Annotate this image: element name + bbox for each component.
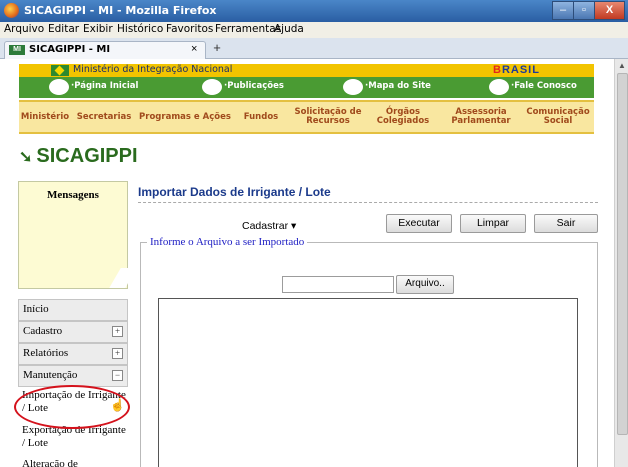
- favicon-icon: MI: [9, 45, 25, 55]
- import-result-area[interactable]: [158, 298, 578, 467]
- fieldset-legend: Informe o Arquivo a ser Importado: [147, 236, 308, 248]
- topmenu-assessoria[interactable]: Assessoria Parlamentar: [445, 102, 517, 132]
- expand-icon[interactable]: +: [112, 326, 123, 337]
- menu-bar: Arquivo Editar Exibir Histórico Favorito…: [0, 22, 628, 38]
- contact-icon[interactable]: [489, 79, 509, 95]
- tab-label: SICAGIPPI - MI: [29, 44, 111, 55]
- topmenu-ministerio[interactable]: Ministério: [19, 102, 71, 132]
- expand-icon[interactable]: +: [112, 348, 123, 359]
- messages-title: Mensagens: [47, 189, 99, 201]
- scrollbar-thumb[interactable]: [617, 73, 628, 435]
- logo-arrow-icon: ➘: [19, 149, 33, 166]
- sicagippi-logo: ➘ SICAGIPPI: [19, 145, 138, 167]
- topmenu-secretarias[interactable]: Secretarias: [73, 102, 135, 132]
- nav-pagina-inicial[interactable]: ·Página Inicial: [71, 81, 138, 91]
- scroll-up-icon[interactable]: ▲: [618, 61, 626, 70]
- sidebar-item-cadastro[interactable]: Cadastro +: [18, 321, 128, 343]
- publications-icon[interactable]: [202, 79, 222, 95]
- ministry-bar: Ministério da Integração Nacional BRASIL: [19, 64, 594, 77]
- chevron-down-icon: ▾: [291, 220, 297, 232]
- firefox-icon: [4, 3, 19, 18]
- home-icon[interactable]: [49, 79, 69, 95]
- window-titlebar: SICAGIPPI - MI - Mozilla Firefox – ▫ X: [0, 0, 628, 22]
- gov-header: Ministério da Integração Nacional BRASIL…: [19, 64, 594, 98]
- hand-cursor-icon: ☝: [110, 398, 125, 412]
- sair-button[interactable]: Sair: [534, 214, 598, 233]
- menu-exibir[interactable]: Exibir: [83, 23, 113, 35]
- limpar-button[interactable]: Limpar: [460, 214, 526, 233]
- file-path-input[interactable]: [282, 276, 394, 293]
- new-tab-button[interactable]: +: [210, 41, 224, 56]
- tab-bar: MI SICAGIPPI - MI ×: [0, 38, 628, 59]
- nav-publicacoes[interactable]: ·Publicações: [224, 81, 284, 91]
- sidebar-item-inicio[interactable]: Início: [18, 299, 128, 321]
- menu-editar[interactable]: Editar: [48, 23, 79, 35]
- page-content: Ministério da Integração Nacional BRASIL…: [0, 59, 614, 467]
- window-controls: – ▫ X: [552, 1, 625, 20]
- menu-historico[interactable]: Histórico: [117, 23, 163, 35]
- menu-ferramentas[interactable]: Ferramentas: [215, 23, 281, 35]
- ministry-name[interactable]: Ministério da Integração Nacional: [73, 64, 232, 75]
- brazil-flag-icon: [51, 65, 69, 76]
- top-menu: Ministério Secretarias Programas e Ações…: [19, 100, 594, 134]
- topmenu-fundos[interactable]: Fundos: [235, 102, 287, 132]
- messages-notch: [109, 268, 137, 288]
- topmenu-solicitacao[interactable]: Solicitação de Recursos: [293, 102, 363, 132]
- topmenu-orgaos[interactable]: Órgãos Colegiados: [373, 102, 433, 132]
- menu-arquivo[interactable]: Arquivo: [4, 23, 44, 35]
- executar-button[interactable]: Executar: [386, 214, 452, 233]
- collapse-icon[interactable]: −: [112, 370, 123, 381]
- menu-ajuda[interactable]: Ajuda: [274, 23, 304, 35]
- topmenu-comunicacao[interactable]: Comunicação Social: [522, 102, 594, 132]
- topmenu-programas[interactable]: Programas e Ações: [135, 102, 235, 132]
- brasil-logo: BRASIL: [493, 64, 540, 76]
- sidebar-item-manutencao[interactable]: Manutenção −: [18, 365, 128, 387]
- tab-sicagippi[interactable]: MI SICAGIPPI - MI ×: [4, 41, 206, 59]
- sitemap-icon[interactable]: [343, 79, 363, 95]
- tab-close-icon[interactable]: ×: [191, 43, 197, 55]
- minimize-button[interactable]: –: [552, 1, 574, 20]
- sidebar-item-relatorios[interactable]: Relatórios +: [18, 343, 128, 365]
- cadastrar-dropdown[interactable]: Cadastrar ▾: [242, 220, 296, 232]
- menu-favoritos[interactable]: Favoritos: [166, 23, 213, 35]
- submenu-alteracao[interactable]: Alteração de: [20, 458, 126, 467]
- title-divider: [138, 202, 598, 203]
- nav-fale-conosco[interactable]: ·Fale Conosco: [511, 81, 577, 91]
- maximize-button[interactable]: ▫: [573, 1, 595, 20]
- page-title: Importar Dados de Irrigante / Lote: [138, 185, 331, 199]
- vertical-scrollbar[interactable]: ▲: [614, 59, 628, 467]
- nav-mapa-do-site[interactable]: ·Mapa do Site: [365, 81, 431, 91]
- window-title: SICAGIPPI - MI - Mozilla Firefox: [24, 4, 217, 17]
- close-button[interactable]: X: [594, 1, 625, 20]
- arquivo-button[interactable]: Arquivo..: [396, 275, 454, 294]
- messages-box: Mensagens: [18, 181, 137, 289]
